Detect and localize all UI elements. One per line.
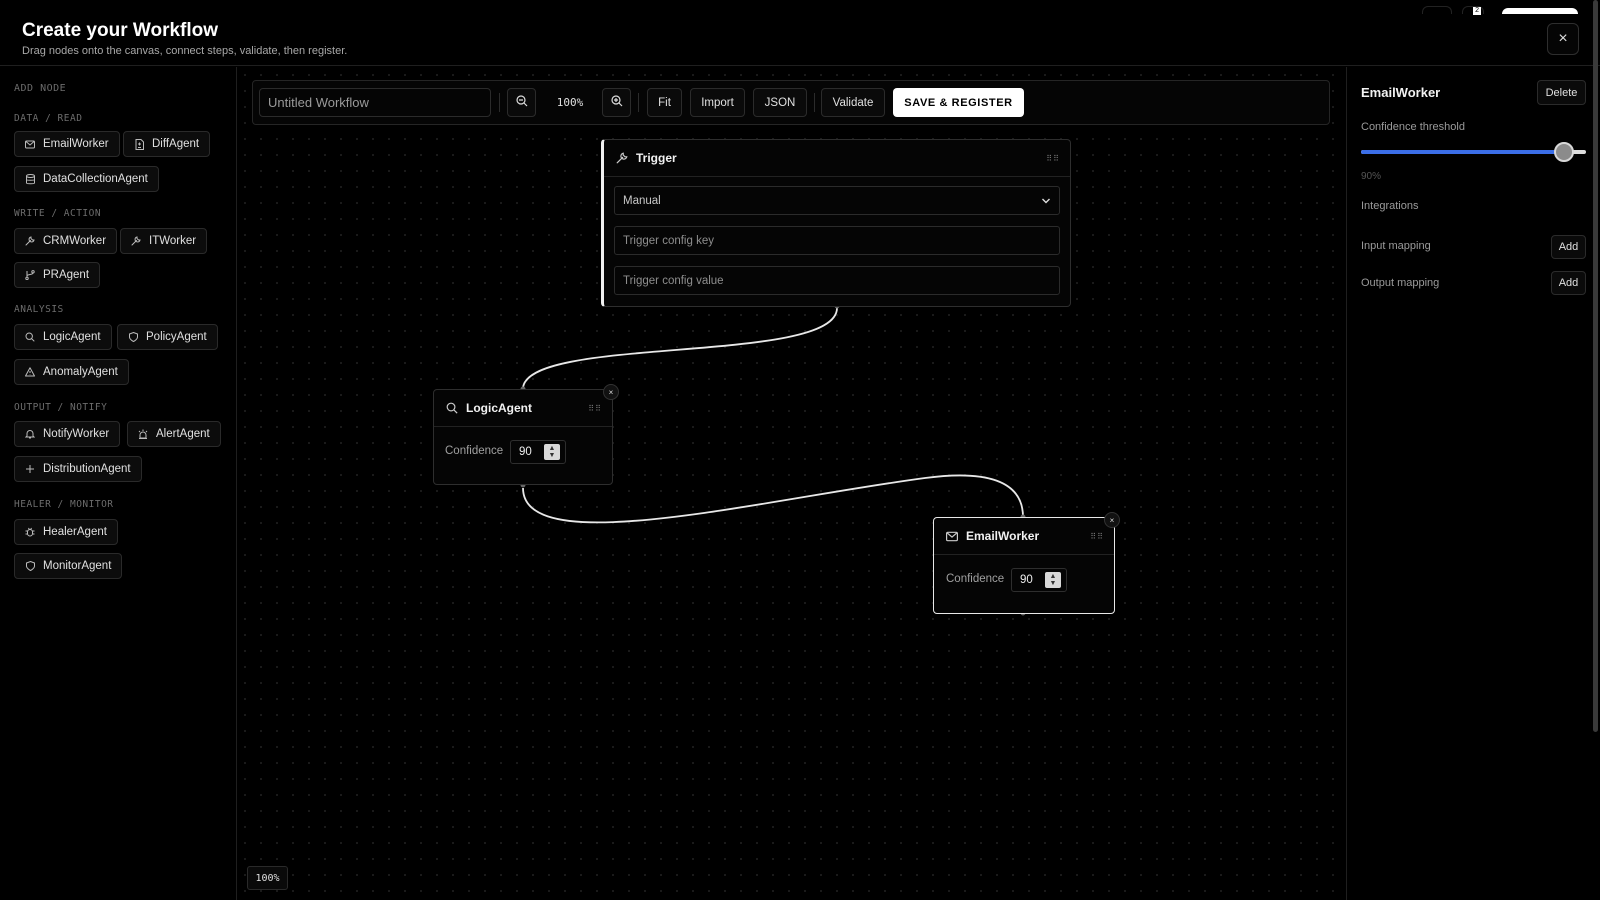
- logicagent-node[interactable]: LogicAgent ⠿⠿ Confidence 90 ▲ ▼: [433, 389, 613, 485]
- drag-handle-icon[interactable]: ⠿⠿: [1090, 532, 1104, 541]
- zoom-in-icon: [610, 95, 623, 110]
- remove-emailworker-button[interactable]: ×: [1104, 512, 1120, 528]
- select-value: Manual: [623, 194, 661, 207]
- confidence-threshold-value: 90%: [1361, 171, 1382, 182]
- confidence-input[interactable]: 90 ▲ ▼: [1011, 568, 1067, 592]
- confidence-label: Confidence: [445, 445, 504, 457]
- properties-panel: [1346, 67, 1600, 900]
- confidence-value: 90: [1020, 574, 1033, 586]
- workflow-name-input[interactable]: [259, 88, 491, 117]
- scrollbar[interactable]: [1593, 0, 1598, 732]
- json-button[interactable]: JSON: [753, 88, 807, 117]
- slider-fill: [1361, 150, 1564, 154]
- mail-icon: [946, 531, 958, 542]
- wrench-icon: [616, 152, 628, 164]
- zoom-out-button[interactable]: [507, 88, 536, 117]
- emailworker-node[interactable]: EmailWorker ⠿⠿ Confidence 90 ▲ ▼: [933, 517, 1115, 614]
- save-register-button[interactable]: SAVE & REGISTER: [893, 88, 1024, 117]
- output-mapping-label: Output mapping: [1361, 277, 1440, 289]
- toolbar-divider: [814, 93, 815, 112]
- add-output-mapping-button[interactable]: Add: [1551, 271, 1586, 295]
- slider-thumb[interactable]: [1553, 142, 1574, 162]
- chevron-down-icon: [1041, 196, 1051, 208]
- trigger-config-key-input[interactable]: Trigger config key: [614, 226, 1060, 255]
- confidence-threshold-label: Confidence threshold: [1361, 121, 1465, 133]
- drag-handle-icon[interactable]: ⠿⠿: [1046, 154, 1060, 163]
- zoom-in-button[interactable]: [602, 88, 631, 117]
- integrations-label: Integrations: [1361, 200, 1419, 212]
- delete-node-button[interactable]: Delete: [1537, 80, 1586, 105]
- workflow-builder: Create your Workflow Drag nodes onto the…: [0, 0, 1600, 900]
- remove-logicagent-button[interactable]: ×: [603, 384, 619, 400]
- confidence-threshold-slider[interactable]: [1361, 142, 1586, 162]
- spinner-icon[interactable]: ▲ ▼: [544, 444, 560, 460]
- node-title: LogicAgent: [466, 401, 532, 415]
- confidence-label: Confidence: [946, 573, 1005, 585]
- import-button[interactable]: Import: [690, 88, 745, 117]
- validate-button[interactable]: Validate: [821, 88, 885, 117]
- panel-title: EmailWorker: [1361, 85, 1441, 100]
- input-mapping-label: Input mapping: [1361, 240, 1431, 252]
- fit-button[interactable]: Fit: [647, 88, 682, 117]
- trigger-node[interactable]: Trigger ⠿⠿ Manual Trigger config key Tri…: [601, 139, 1071, 307]
- zoom-indicator: 100%: [247, 866, 288, 890]
- trigger-mode-select[interactable]: Manual: [614, 186, 1060, 215]
- toolbar-divider: [638, 93, 639, 112]
- emailworker-node-header[interactable]: EmailWorker: [934, 518, 1114, 555]
- zoom-level: 100%: [556, 96, 584, 109]
- search-icon: [446, 402, 458, 414]
- drag-handle-icon[interactable]: ⠿⠿: [588, 404, 602, 413]
- zoom-out-icon: [515, 95, 528, 110]
- logicagent-node-header[interactable]: LogicAgent: [434, 390, 612, 427]
- trigger-node-header[interactable]: Trigger: [604, 140, 1070, 177]
- edge-trigger-to-logicagent[interactable]: [522, 307, 838, 390]
- node-title: Trigger: [636, 151, 677, 165]
- spinner-icon[interactable]: ▲ ▼: [1045, 572, 1061, 588]
- node-title: EmailWorker: [966, 529, 1040, 543]
- trigger-config-value-input[interactable]: Trigger config value: [614, 266, 1060, 295]
- add-input-mapping-button[interactable]: Add: [1551, 235, 1586, 259]
- toolbar-divider: [499, 93, 500, 112]
- confidence-value: 90: [519, 446, 532, 458]
- confidence-input[interactable]: 90 ▲ ▼: [510, 440, 566, 464]
